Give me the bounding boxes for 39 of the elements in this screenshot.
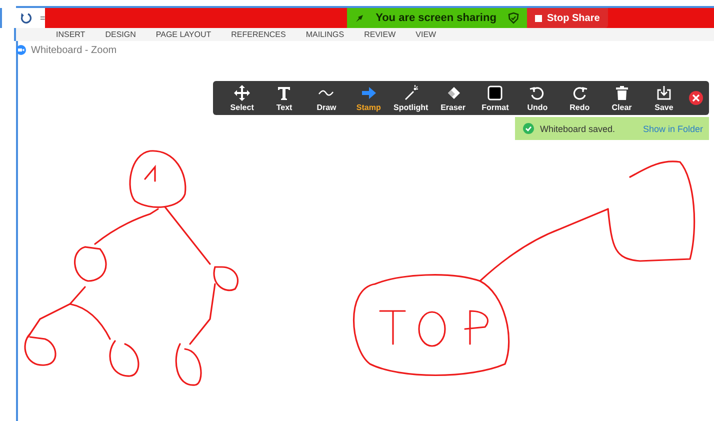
camera-logo-icon [16,45,26,55]
toolbar-button[interactable]: Undo [516,84,558,112]
text-icon [276,84,292,100]
undo-icon [529,84,546,100]
shield-icon [508,12,519,24]
toolbar-button[interactable]: Save [642,84,686,112]
toolbar-button[interactable]: Spotlight [390,84,432,112]
window-title: Whiteboard - Zoom [31,44,117,56]
toolbar-button[interactable]: Format [474,84,516,112]
arrow-icon [360,84,377,100]
ribbon-tab[interactable]: DESIGN [105,30,136,38]
stop-share-button[interactable]: Stop Share [527,8,608,28]
ribbon-tab[interactable]: PAGE LAYOUT [156,30,212,38]
pointer-icon [355,14,364,22]
ribbon-tab[interactable]: MAILINGS [306,30,344,38]
close-icon [692,94,700,102]
check-circle-icon [523,123,534,134]
toolbar-button[interactable]: Select [221,84,264,112]
move-icon [234,84,250,100]
toolbar-button[interactable]: Stamp [348,84,390,112]
notification-message: Whiteboard saved. [540,124,616,134]
square-icon [487,84,504,100]
refresh-icon[interactable] [20,12,32,24]
toolbar-button[interactable]: Redo [558,84,601,112]
toolbar-button[interactable]: Eraser [432,84,474,112]
sharing-status-text: You are screen sharing [374,12,498,24]
quick-access-menu[interactable]: = [40,14,46,22]
redo-icon [572,84,588,100]
ribbon-tab[interactable]: REFERENCES [231,30,286,38]
trash-icon [614,84,630,100]
toolbar-button[interactable]: Text [263,84,306,112]
ribbon-tab[interactable]: VIEW [416,30,436,38]
ribbon-tab[interactable]: REVIEW [364,30,396,38]
ribbon-tab[interactable]: INSERT [56,30,86,38]
save-icon [656,84,672,100]
toolbar-button[interactable]: Draw [305,84,348,112]
close-button[interactable] [689,91,704,105]
wand-icon [402,84,419,100]
toolbar-button[interactable]: Clear [600,84,643,112]
